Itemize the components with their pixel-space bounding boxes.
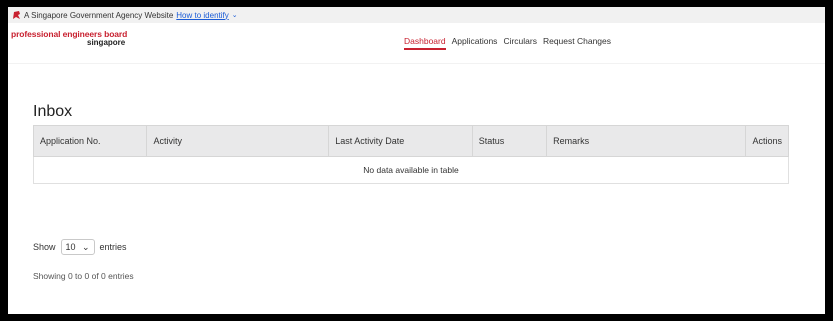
column-header-status[interactable]: Status [472, 125, 548, 157]
how-to-identify-link[interactable]: How to identify [176, 11, 228, 20]
empty-table-message: No data available in table [33, 156, 789, 184]
government-masthead: A Singapore Government Agency Website Ho… [8, 7, 825, 23]
table-row: No data available in table [33, 156, 789, 184]
column-header-last-activity-date[interactable]: Last Activity Date [328, 125, 473, 157]
tab-dashboard[interactable]: Dashboard [404, 23, 446, 50]
entries-per-page-value: 10 [65, 242, 76, 252]
main-nav: Dashboard Applications Circulars Request… [404, 23, 611, 63]
tab-applications[interactable]: Applications [452, 23, 498, 50]
tab-circulars[interactable]: Circulars [503, 23, 537, 50]
masthead-text: A Singapore Government Agency Website [24, 10, 174, 20]
table-info: Showing 0 to 0 of 0 entries [33, 271, 134, 281]
brand-country: singapore [87, 38, 126, 48]
column-header-activity[interactable]: Activity [146, 125, 330, 157]
chevron-down-icon[interactable]: ⌄ [232, 11, 238, 19]
tab-request-changes[interactable]: Request Changes [543, 23, 611, 50]
chevron-down-icon: ⌄ [81, 241, 90, 252]
brand-logo[interactable]: professional engineers board singapore [11, 29, 127, 48]
table-header-row: Application No. Activity Last Activity D… [32, 125, 789, 157]
inbox-table: Application No. Activity Last Activity D… [32, 125, 789, 184]
lion-head-icon [13, 10, 20, 19]
column-header-actions[interactable]: Actions [745, 125, 789, 157]
site-header: professional engineers board singapore D… [8, 23, 825, 64]
page-title: Inbox [33, 103, 73, 120]
entries-label: entries [99, 242, 127, 252]
entries-length-control: Show 10 ⌄ entries [33, 239, 127, 255]
column-header-application-no[interactable]: Application No. [32, 125, 148, 157]
entries-per-page-select[interactable]: 10 ⌄ [60, 239, 95, 255]
browser-viewport: A Singapore Government Agency Website Ho… [8, 7, 825, 314]
show-label: Show [33, 242, 56, 252]
column-header-remarks[interactable]: Remarks [546, 125, 747, 157]
